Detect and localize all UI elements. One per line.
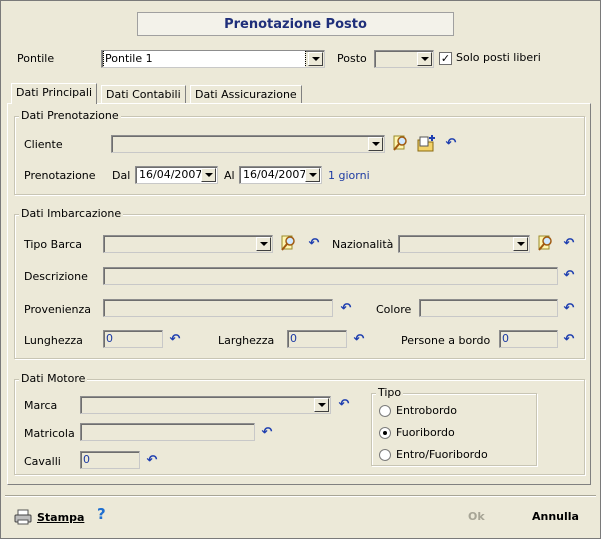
giorni-count: 1 giorni [328,169,370,182]
colore-label: Colore [376,303,412,316]
undo-arrow-icon[interactable]: ↶ [307,237,321,250]
tab-label: Dati Assicurazione [195,88,297,101]
cliente-label: Cliente [24,138,63,151]
undo-arrow-icon[interactable]: ↶ [352,333,366,346]
radio-entro-fuoribordo[interactable] [379,449,391,461]
undo-arrow-icon[interactable]: ↶ [444,137,458,150]
descrizione-label: Descrizione [24,270,88,283]
pontile-select-value: Pontile 1 [103,51,306,67]
search-magnifier-icon[interactable] [536,234,556,252]
persone-field[interactable]: 0 [499,330,558,348]
radio-label-entro-fuoribordo: Entro/Fuoribordo [396,448,488,461]
provenienza-label: Provenienza [24,303,92,316]
undo-arrow-icon[interactable]: ↶ [260,426,274,439]
pontile-label: Pontile [17,52,55,65]
radio-entrobordo[interactable] [379,405,391,417]
solo-liberi-checkbox[interactable]: ✓ [439,52,452,65]
chevron-down-icon [420,57,429,61]
chevron-down-icon [259,242,268,246]
window-title: Prenotazione Posto [137,12,454,36]
tab-dati-principali[interactable]: Dati Principali [11,83,98,104]
posto-label: Posto [337,52,367,65]
marca-label: Marca [24,399,58,412]
tipo-barca-dropdown-button[interactable] [256,237,271,251]
group-title: Tipo [376,386,404,400]
dal-date-picker[interactable]: 16/04/2007 [135,166,218,184]
persone-label: Persone a bordo [401,334,491,347]
cliente-dropdown-button[interactable] [368,137,383,151]
cavalli-field[interactable]: 0 [80,451,140,469]
pontile-select[interactable]: Pontile 1 [101,50,325,68]
chevron-down-icon [371,142,380,146]
marca-dropdown-button[interactable] [314,398,329,412]
tipo-barca-label: Tipo Barca [24,238,83,251]
group-title: Dati Imbarcazione [19,207,124,221]
dal-dropdown-button[interactable] [201,168,216,182]
ok-button[interactable]: Ok [468,510,485,524]
pontile-dropdown-button[interactable] [308,52,323,66]
radio-label-entrobordo: Entrobordo [396,404,457,417]
tab-label: Dati Principali [16,86,93,99]
undo-arrow-icon[interactable]: ↶ [562,333,576,346]
stampa-label: Stampa [37,510,85,524]
undo-arrow-icon[interactable]: ↶ [168,333,182,346]
al-date-picker[interactable]: 16/04/2007 [239,166,322,184]
new-record-icon[interactable] [416,134,436,152]
nazionalita-label: Nazionalità [332,238,394,251]
nazionalita-dropdown-button[interactable] [513,237,528,251]
group-title: Dati Prenotazione [19,109,121,123]
undo-arrow-icon[interactable]: ↶ [562,237,576,250]
undo-arrow-icon[interactable]: ↶ [145,454,159,467]
tab-dati-contabili[interactable]: Dati Contabili [101,85,186,104]
lunghezza-field[interactable]: 0 [103,330,163,348]
dal-date-value: 16/04/2007 [139,168,203,181]
al-label: Al [224,169,235,182]
help-icon[interactable]: ? [97,507,106,522]
undo-arrow-icon[interactable]: ↶ [562,269,576,282]
tipo-barca-select[interactable] [103,235,273,253]
dal-label: Dal [112,169,131,182]
window-title-text: Prenotazione Posto [224,16,367,32]
annulla-button[interactable]: Annulla [532,510,579,524]
search-magnifier-icon[interactable] [279,234,299,252]
provenienza-field[interactable] [103,299,333,317]
cavalli-label: Cavalli [24,455,61,468]
larghezza-field[interactable]: 0 [287,330,347,348]
tab-dati-assicurazione[interactable]: Dati Assicurazione [190,85,302,104]
chevron-down-icon [311,57,320,61]
solo-liberi-label: Solo posti liberi [456,51,541,64]
chevron-down-icon [516,242,525,246]
undo-arrow-icon[interactable]: ↶ [562,302,576,315]
chevron-down-icon [308,173,317,177]
footer-divider [5,495,596,497]
stampa-button[interactable]: Stampa [14,508,84,526]
larghezza-label: Larghezza [218,334,275,347]
chevron-down-icon [204,173,213,177]
lunghezza-label: Lunghezza [24,334,83,347]
cliente-select[interactable] [111,135,385,153]
descrizione-field[interactable] [103,267,558,285]
undo-arrow-icon[interactable]: ↶ [339,302,353,315]
prenotazione-label: Prenotazione [24,169,96,182]
colore-field[interactable] [419,299,558,317]
radio-fuoribordo[interactable] [379,427,391,439]
radio-label-fuoribordo: Fuoribordo [396,426,455,439]
group-title: Dati Motore [19,372,88,386]
chevron-down-icon [317,403,326,407]
matricola-field[interactable] [80,423,255,441]
posto-dropdown-button[interactable] [417,52,432,66]
printer-icon [14,509,32,525]
nazionalita-select[interactable] [398,235,530,253]
tab-label: Dati Contabili [106,88,181,101]
reservation-window: Prenotazione Posto Pontile Pontile 1 Pos… [0,0,601,539]
posto-select[interactable] [374,50,434,68]
marca-select[interactable] [80,396,331,414]
matricola-label: Matricola [24,427,75,440]
al-date-value: 16/04/2007 [243,168,307,181]
search-magnifier-icon[interactable] [391,134,411,152]
al-dropdown-button[interactable] [305,168,320,182]
undo-arrow-icon[interactable]: ↶ [337,398,351,411]
